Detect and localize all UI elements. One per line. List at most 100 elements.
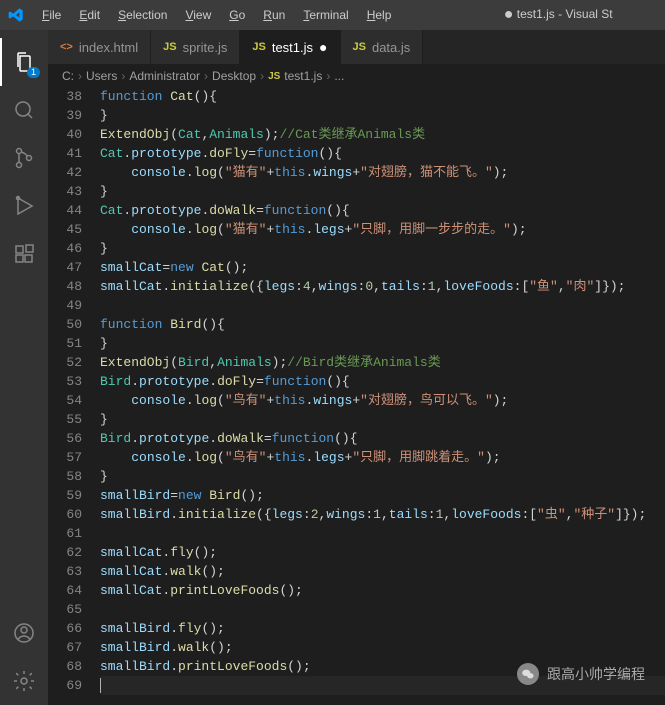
line-number: 57 [48, 448, 82, 467]
code-line[interactable]: smallCat.initialize({legs:4,wings:0,tail… [100, 277, 665, 296]
code-line[interactable]: } [100, 182, 665, 201]
code-line[interactable]: } [100, 106, 665, 125]
menu-selection[interactable]: Selection [110, 4, 175, 26]
tab-label: test1.js [272, 40, 313, 55]
code-line[interactable] [100, 296, 665, 315]
code-line[interactable]: Bird.prototype.doFly=function(){ [100, 372, 665, 391]
line-number: 55 [48, 410, 82, 429]
code-line[interactable]: smallBird.walk(); [100, 638, 665, 657]
code-editor[interactable]: 3839404142434445464748495051525354555657… [48, 87, 665, 705]
breadcrumb-segment[interactable]: Users [86, 69, 117, 83]
tab-label: index.html [79, 40, 138, 55]
chevron-right-icon: › [204, 69, 208, 83]
dirty-dot: ● [504, 6, 514, 23]
breadcrumb-segment[interactable]: Desktop [212, 69, 256, 83]
chevron-right-icon: › [121, 69, 125, 83]
tab-label: sprite.js [183, 40, 228, 55]
code-line[interactable] [100, 600, 665, 619]
code-line[interactable]: smallBird.initialize({legs:2,wings:1,tai… [100, 505, 665, 524]
file-type-icon: JS [163, 41, 176, 53]
extensions-icon[interactable] [0, 230, 48, 278]
editor-tabs: <>index.html JS sprite.js JS test1.js ● JSdata… [48, 30, 665, 65]
breadcrumb-segment[interactable]: Administrator [129, 69, 200, 83]
chevron-right-icon: › [326, 69, 330, 83]
line-number: 56 [48, 429, 82, 448]
code-content[interactable]: function Cat(){}ExtendObj(Cat,Animals);/… [100, 87, 665, 705]
line-number: 52 [48, 353, 82, 372]
search-icon[interactable] [0, 86, 48, 134]
menu-view[interactable]: View [177, 4, 219, 26]
code-line[interactable]: function Bird(){ [100, 315, 665, 334]
title-bar: FileEditSelectionViewGoRunTerminalHelp ●… [0, 0, 665, 30]
explorer-badge: 1 [27, 67, 40, 78]
settings-gear-icon[interactable] [0, 657, 48, 705]
main-area: 1 <>index.htmlJSsprite.jsJStest1.js●JSda… [0, 30, 665, 705]
line-number: 50 [48, 315, 82, 334]
activity-bar: 1 [0, 30, 48, 705]
line-number: 44 [48, 201, 82, 220]
code-line[interactable]: ExtendObj(Bird,Animals);//Bird类继承Animals… [100, 353, 665, 372]
window-title: ● test1.js - Visual St [399, 6, 657, 24]
explorer-icon[interactable]: 1 [0, 38, 48, 86]
run-debug-icon[interactable] [0, 182, 48, 230]
menu-help[interactable]: Help [359, 4, 400, 26]
tab-data-js[interactable]: JSdata.js [341, 30, 424, 64]
menu-file[interactable]: File [34, 4, 69, 26]
line-number: 41 [48, 144, 82, 163]
line-number: 63 [48, 562, 82, 581]
dirty-indicator: ● [319, 39, 327, 55]
code-line[interactable]: console.log("鸟有"+this.wings+"对翅膀，鸟可以飞。")… [100, 391, 665, 410]
code-line[interactable]: } [100, 467, 665, 486]
breadcrumb-segment[interactable]: C: [62, 69, 74, 83]
code-line[interactable]: Cat.prototype.doFly=function(){ [100, 144, 665, 163]
line-number: 51 [48, 334, 82, 353]
code-line[interactable]: smallCat.fly(); [100, 543, 665, 562]
code-line[interactable]: Bird.prototype.doWalk=function(){ [100, 429, 665, 448]
code-line[interactable]: console.log("猫有"+this.legs+"只脚，用脚一步步的走。"… [100, 220, 665, 239]
menu-go[interactable]: Go [221, 4, 253, 26]
line-number: 64 [48, 581, 82, 600]
line-number: 66 [48, 619, 82, 638]
tab-sprite-js[interactable]: JS sprite.js [151, 30, 240, 64]
code-line[interactable]: ExtendObj(Cat,Animals);//Cat类继承Animals类 [100, 125, 665, 144]
menu-edit[interactable]: Edit [71, 4, 108, 26]
code-line[interactable]: smallCat.printLoveFoods(); [100, 581, 665, 600]
code-line[interactable]: smallCat=new Cat(); [100, 258, 665, 277]
line-number: 54 [48, 391, 82, 410]
code-line[interactable]: console.log("鸟有"+this.legs+"只脚，用脚跳着走。"); [100, 448, 665, 467]
tab-test1-js[interactable]: JS test1.js ● [240, 30, 340, 64]
line-number: 68 [48, 657, 82, 676]
code-line[interactable]: smallBird=new Bird(); [100, 486, 665, 505]
line-number: 46 [48, 239, 82, 258]
code-line[interactable]: } [100, 239, 665, 258]
source-control-icon[interactable] [0, 134, 48, 182]
code-line[interactable]: } [100, 410, 665, 429]
breadcrumb-file[interactable]: test1.js [284, 69, 322, 83]
code-line[interactable]: smallCat.walk(); [100, 562, 665, 581]
line-number: 47 [48, 258, 82, 277]
line-number: 38 [48, 87, 82, 106]
code-line[interactable]: function Cat(){ [100, 87, 665, 106]
line-number: 58 [48, 467, 82, 486]
code-line[interactable]: console.log("猫有"+this.wings+"对翅膀，猫不能飞。")… [100, 163, 665, 182]
file-type-icon: JS [252, 41, 265, 53]
code-line[interactable]: } [100, 334, 665, 353]
menu-terminal[interactable]: Terminal [295, 4, 356, 26]
breadcrumb-tail[interactable]: ... [334, 69, 344, 83]
menu-bar: FileEditSelectionViewGoRunTerminalHelp [34, 4, 399, 26]
file-type-icon: JS [268, 71, 280, 82]
line-number: 40 [48, 125, 82, 144]
line-number: 67 [48, 638, 82, 657]
menu-run[interactable]: Run [255, 4, 293, 26]
title-filename: test1.js [517, 7, 555, 21]
code-line[interactable]: Cat.prototype.doWalk=function(){ [100, 201, 665, 220]
accounts-icon[interactable] [0, 609, 48, 657]
code-line[interactable]: smallBird.fly(); [100, 619, 665, 638]
code-line[interactable] [100, 524, 665, 543]
line-number: 48 [48, 277, 82, 296]
line-number: 39 [48, 106, 82, 125]
editor-area: <>index.htmlJSsprite.jsJStest1.js●JSdata… [48, 30, 665, 705]
tab-label: data.js [372, 40, 410, 55]
breadcrumbs[interactable]: C:›Users›Administrator›Desktop›JS test1.… [48, 65, 665, 87]
tab-index-html[interactable]: <>index.html [48, 30, 151, 64]
